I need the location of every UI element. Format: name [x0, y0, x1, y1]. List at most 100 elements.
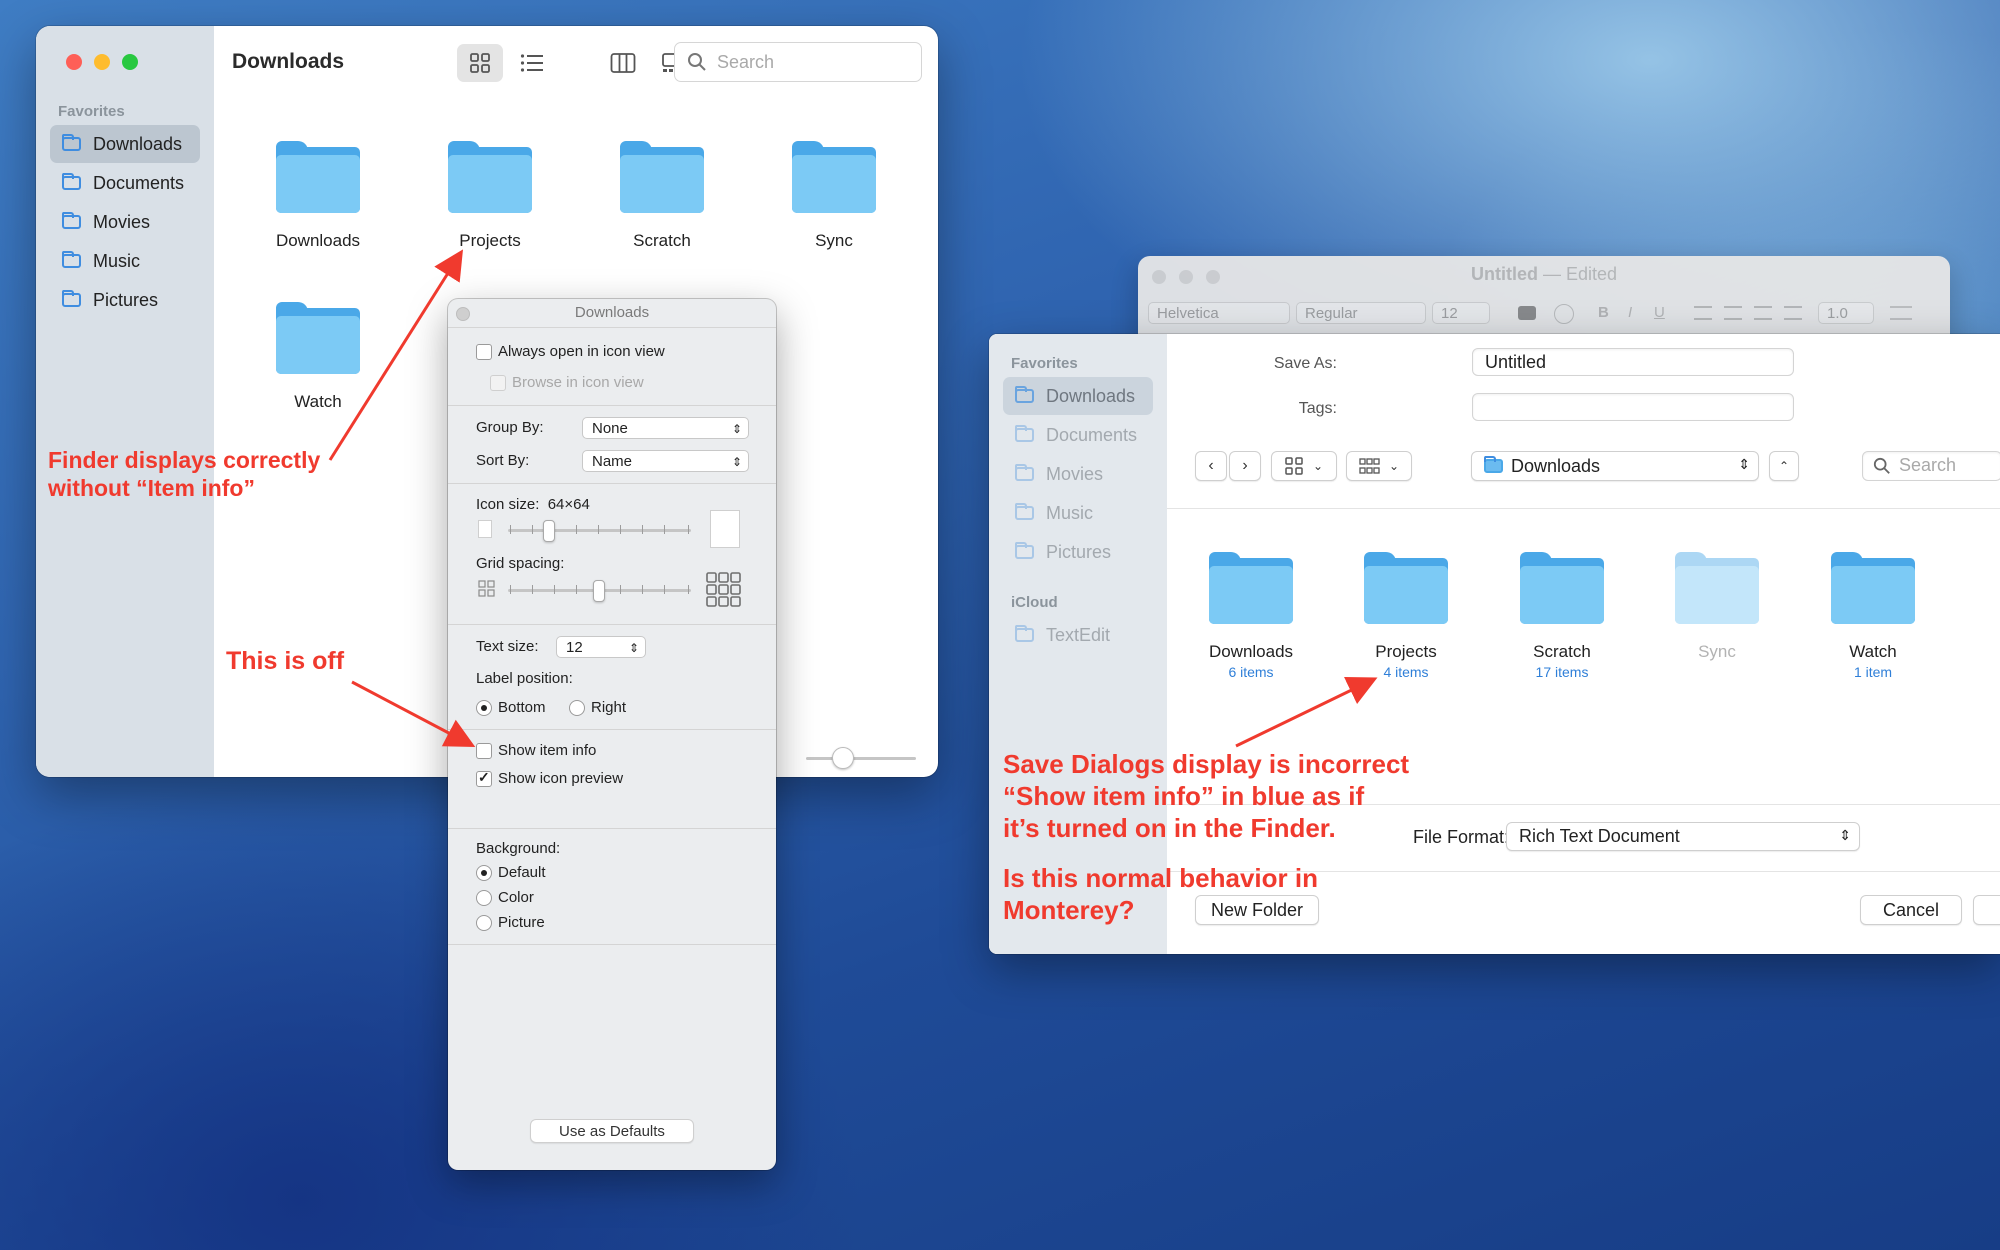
location-select[interactable]: Downloads ⇕: [1471, 451, 1759, 481]
icon-size-slider-thumb[interactable]: [832, 747, 855, 769]
slider-tick: [620, 525, 621, 534]
item-count: 1 item: [1853, 664, 1893, 680]
radio-label: Default: [498, 864, 546, 881]
folder-icon: [62, 173, 81, 190]
item-name: Sync: [1698, 642, 1736, 661]
divider: [448, 483, 776, 484]
browse-icon-view-checkbox[interactable]: [490, 375, 506, 391]
sidebar-heading-favorites: Favorites: [58, 103, 125, 120]
close-button[interactable]: [66, 54, 82, 70]
italic-icon[interactable]: I: [1628, 304, 1632, 321]
background-default-radio[interactable]: [476, 865, 492, 881]
text-size-label: Text size:: [476, 638, 539, 655]
title-text: Untitled: [1470, 264, 1538, 284]
slider-tick: [576, 525, 577, 534]
group-by-select[interactable]: None ⇕: [582, 417, 749, 439]
save-as-input[interactable]: Untitled: [1472, 348, 1794, 376]
align-center-icon[interactable]: [1724, 306, 1742, 320]
icon-size-slider-thumb[interactable]: [543, 520, 555, 542]
background-color-radio[interactable]: [476, 890, 492, 906]
select-value: 12: [1441, 305, 1458, 322]
forward-button[interactable]: ›: [1229, 451, 1261, 481]
font-style-select[interactable]: Regular: [1296, 302, 1426, 324]
close-button[interactable]: [456, 307, 470, 321]
label-position-right-radio[interactable]: [569, 700, 585, 716]
sidebar-item-documents[interactable]: Documents: [50, 164, 200, 202]
item-name: Watch: [1849, 642, 1897, 661]
minimize-button[interactable]: [94, 54, 110, 70]
icon-view-button[interactable]: [457, 44, 503, 82]
annotation-save-note: Save Dialogs display is incorrect “Show …: [1003, 748, 1409, 926]
align-left-icon[interactable]: [1694, 306, 1712, 320]
column-view-button[interactable]: [600, 44, 646, 82]
group-button[interactable]: ⌄: [1346, 451, 1412, 481]
show-item-info-checkbox[interactable]: [476, 743, 492, 759]
list-bullets-icon[interactable]: [1890, 306, 1912, 320]
bold-icon[interactable]: B: [1598, 304, 1609, 321]
text-size-select[interactable]: 12 ⇕: [556, 636, 646, 658]
label-position-bottom-radio[interactable]: [476, 700, 492, 716]
highlight-color-icon[interactable]: [1554, 304, 1574, 324]
select-value: 12: [566, 639, 583, 656]
list-view-button[interactable]: [509, 44, 555, 82]
font-family-select[interactable]: Helvetica: [1148, 302, 1290, 324]
radio-label: Color: [498, 889, 534, 906]
sidebar-item-textedit[interactable]: TextEdit: [1003, 616, 1153, 654]
icon-size-slider-track[interactable]: [806, 757, 916, 760]
sidebar-item-movies[interactable]: Movies: [50, 203, 200, 241]
sort-by-label: Sort By:: [476, 452, 530, 469]
sidebar-heading-icloud: iCloud: [1011, 594, 1058, 611]
annotation-line: it’s turned on in the Finder.: [1003, 813, 1336, 843]
slider-tick: [510, 585, 511, 594]
save-button[interactable]: [1973, 895, 2000, 925]
font-size-select[interactable]: 12: [1432, 302, 1490, 324]
updown-chevron-icon: ⇕: [1839, 827, 1851, 843]
grid-spacing-slider-thumb[interactable]: [593, 580, 605, 602]
sort-by-select[interactable]: Name ⇕: [582, 450, 749, 472]
folder-icon: [1484, 456, 1503, 473]
sidebar-item-pictures[interactable]: Pictures: [50, 281, 200, 319]
chevron-left-icon: ‹: [1208, 457, 1214, 474]
grid-icon: [1285, 457, 1303, 475]
tags-input[interactable]: [1472, 393, 1794, 421]
justify-icon[interactable]: [1784, 306, 1802, 320]
cancel-button[interactable]: Cancel: [1860, 895, 1962, 925]
chevron-down-icon: ⌄: [1388, 459, 1400, 473]
select-value: Helvetica: [1157, 305, 1219, 322]
sidebar-item-movies[interactable]: Movies: [1003, 455, 1153, 493]
sidebar-item-documents[interactable]: Documents: [1003, 416, 1153, 454]
search-input[interactable]: Search: [1862, 451, 2000, 481]
radio-label: Picture: [498, 914, 545, 931]
search-placeholder: Search: [1899, 455, 1957, 475]
search-input[interactable]: Search: [674, 42, 922, 82]
item-label: Downloads: [275, 231, 361, 250]
zoom-button[interactable]: [122, 54, 138, 70]
sidebar-item-label: Music: [93, 250, 141, 271]
collapse-button[interactable]: ⌃: [1769, 451, 1799, 481]
align-right-icon[interactable]: [1754, 306, 1772, 320]
folder-icon: [276, 302, 360, 374]
view-mode-button[interactable]: ⌄: [1271, 451, 1337, 481]
always-open-icon-view-checkbox[interactable]: [476, 344, 492, 360]
sidebar-item-label: Movies: [1046, 463, 1104, 484]
underline-icon[interactable]: U: [1654, 304, 1665, 321]
item-name: Projects: [1375, 642, 1437, 661]
file-format-select[interactable]: Rich Text Document ⇕: [1506, 822, 1860, 851]
sidebar-item-downloads[interactable]: Downloads: [50, 125, 200, 163]
back-button[interactable]: ‹: [1195, 451, 1227, 481]
sidebar-item-pictures[interactable]: Pictures: [1003, 533, 1153, 571]
use-as-defaults-button[interactable]: Use as Defaults: [530, 1119, 694, 1143]
folder-icon: [620, 141, 704, 213]
line-spacing-select[interactable]: 1.0: [1818, 302, 1874, 324]
sidebar-item-music[interactable]: Music: [50, 242, 200, 280]
folder-icon: [62, 290, 81, 307]
folder-icon: [1520, 552, 1604, 624]
text-color-swatch[interactable]: [1518, 306, 1536, 320]
sidebar-item-downloads[interactable]: Downloads: [1003, 377, 1153, 415]
slider-tick: [620, 585, 621, 594]
sidebar-item-music[interactable]: Music: [1003, 494, 1153, 532]
radio-label: Bottom: [498, 699, 546, 716]
background-picture-radio[interactable]: [476, 915, 492, 931]
show-icon-preview-checkbox[interactable]: [476, 769, 492, 787]
